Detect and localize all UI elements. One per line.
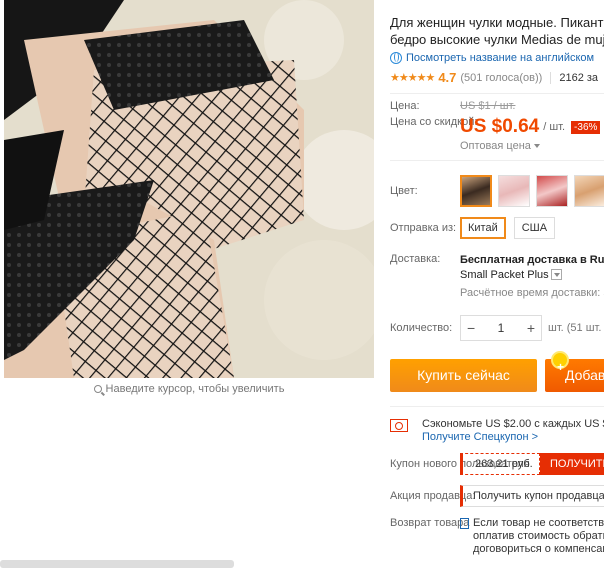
divider: [390, 160, 604, 161]
chevron-down-icon: [533, 144, 540, 148]
product-main-image[interactable]: [4, 0, 374, 378]
color-swatch-nude[interactable]: [574, 175, 604, 207]
action-buttons: Купить сейчас Добав: [390, 351, 604, 392]
save-text: Сэкономьте US $2.00 с каждых US $15.: [422, 418, 604, 430]
quantity-decrease-button[interactable]: −: [467, 320, 475, 336]
zoom-hint-text: Наведите курсор, чтобы увеличить: [105, 383, 285, 395]
wholesale-label[interactable]: Оптовая цена: [460, 140, 531, 152]
divider: [390, 93, 604, 94]
return-policy: Возврат товара Если товар не соответству…: [390, 517, 604, 556]
price-label: Цена:: [390, 100, 420, 112]
title-line-1: Для женщин чулки модные. Пикантн: [390, 15, 604, 30]
document-icon: [460, 518, 469, 529]
return-text-line-1: Если товар не соответствуе: [473, 517, 604, 529]
discount-badge: -36%: [571, 120, 601, 134]
add-to-cart-button[interactable]: Добав: [545, 351, 604, 392]
coin-icon: [551, 351, 569, 384]
globe-icon: [390, 52, 402, 64]
zoom-hint: Наведите курсор, чтобы увеличить: [0, 383, 378, 395]
delivery-time-label: Расчётное время доставки:: [460, 287, 601, 299]
buy-now-button[interactable]: Купить сейчас: [390, 359, 537, 392]
color-swatch-black[interactable]: [460, 175, 492, 207]
seller-coupon: Акция продавца: Получить купон продавца: [390, 485, 604, 507]
wholesale-price-dropdown[interactable]: Оптовая цена: [460, 140, 604, 152]
ship-from-china[interactable]: Китай: [460, 217, 506, 239]
add-to-cart-label[interactable]: Добав: [565, 367, 604, 383]
new-user-coupon-label: Купон нового пользователя: [390, 458, 530, 470]
product-title: Для женщин чулки модные. Пикантн бедро в…: [390, 14, 604, 48]
product-gallery: Наведите курсор, чтобы увеличить: [0, 0, 378, 570]
quantity-label: Количество:: [390, 322, 453, 334]
coupon-icon: [390, 419, 408, 432]
old-price: US $1 / шт.: [460, 100, 516, 112]
new-user-coupon-value: 263,21 руб.: [460, 453, 540, 475]
original-price-row: Цена: US $1 / шт.: [390, 100, 604, 112]
quantity-stepper[interactable]: − 1 +: [460, 315, 542, 341]
get-coupon-button[interactable]: ПОЛУЧИТЬ: [540, 453, 604, 475]
delivery-service-dropdown[interactable]: Small Packet Plus: [460, 268, 604, 283]
title-line-2: бедро высокие чулки Medias de muje: [390, 32, 604, 47]
color-label: Цвет:: [390, 185, 418, 197]
translate-link-text[interactable]: Посмотреть название на английском: [406, 52, 594, 64]
translate-title-link[interactable]: Посмотреть название на английском: [390, 52, 604, 64]
return-text-line-2: оплатив стоимость обратн: [473, 530, 604, 542]
delivery-service[interactable]: Small Packet Plus: [460, 269, 549, 281]
current-price-row: Цена со скидкой: US $0.64 / шт. -36%: [390, 116, 604, 138]
current-price: US $0.64: [460, 116, 540, 137]
votes-count[interactable]: (501 голоса(ов)): [460, 72, 542, 84]
price-block: Цена: US $1 / шт. Цена со скидкой: US $0…: [390, 100, 604, 152]
seller-coupon-dropdown[interactable]: Получить купон продавца: [460, 485, 604, 507]
thumbnail-scrollbar[interactable]: [0, 560, 234, 568]
special-coupon-link[interactable]: Получите Спецкупон >: [422, 431, 604, 443]
ship-from-label: Отправка из:: [390, 222, 457, 234]
rating-value: 4.7: [438, 70, 457, 85]
quantity-value[interactable]: 1: [498, 321, 505, 335]
store-discount: Сэкономьте US $2.00 с каждых US $15. Пол…: [390, 417, 604, 443]
discount-price-label: Цена со скидкой:: [390, 116, 478, 128]
return-label: Возврат товара: [390, 517, 470, 529]
color-selector: Цвет:: [390, 175, 604, 207]
return-text-line-3: договориться о компенсац: [473, 543, 604, 555]
product-detail: Для женщин чулки модные. Пикантн бедро в…: [390, 0, 604, 570]
quantity-row: Количество: − 1 + шт. (51 шт.: [390, 315, 604, 341]
quantity-increase-button[interactable]: +: [527, 320, 535, 336]
per-unit: / шт.: [543, 121, 566, 133]
new-user-coupon: Купон нового пользователя 263,21 руб. ПО…: [390, 453, 604, 475]
chevron-down-icon[interactable]: [550, 269, 562, 280]
ship-from-usa[interactable]: США: [513, 217, 556, 239]
magnifier-icon: [93, 385, 102, 393]
orders-count: 2162 за: [559, 71, 599, 84]
divider: [550, 71, 552, 84]
seller-coupon-label: Акция продавца:: [390, 490, 476, 502]
delivery-label: Доставка:: [390, 253, 441, 265]
color-swatch-red[interactable]: [536, 175, 568, 207]
promo-box: Сэкономьте US $2.00 с каждых US $15. Пол…: [390, 406, 604, 556]
color-swatch-white[interactable]: [498, 175, 530, 207]
quantity-unit: шт. (51 шт.: [548, 322, 602, 334]
ship-from-selector: Отправка из: Китай США: [390, 217, 604, 239]
stockings-image: [4, 0, 374, 378]
rating-stars-icon: ★★★★★: [390, 72, 435, 84]
delivery-row: Доставка: Бесплатная доставка в Russi Sm…: [390, 253, 604, 299]
rating-row: ★★★★★ 4.7 (501 голоса(ов)) 2162 за: [390, 70, 604, 85]
delivery-main: Бесплатная доставка в Russi: [460, 254, 604, 266]
